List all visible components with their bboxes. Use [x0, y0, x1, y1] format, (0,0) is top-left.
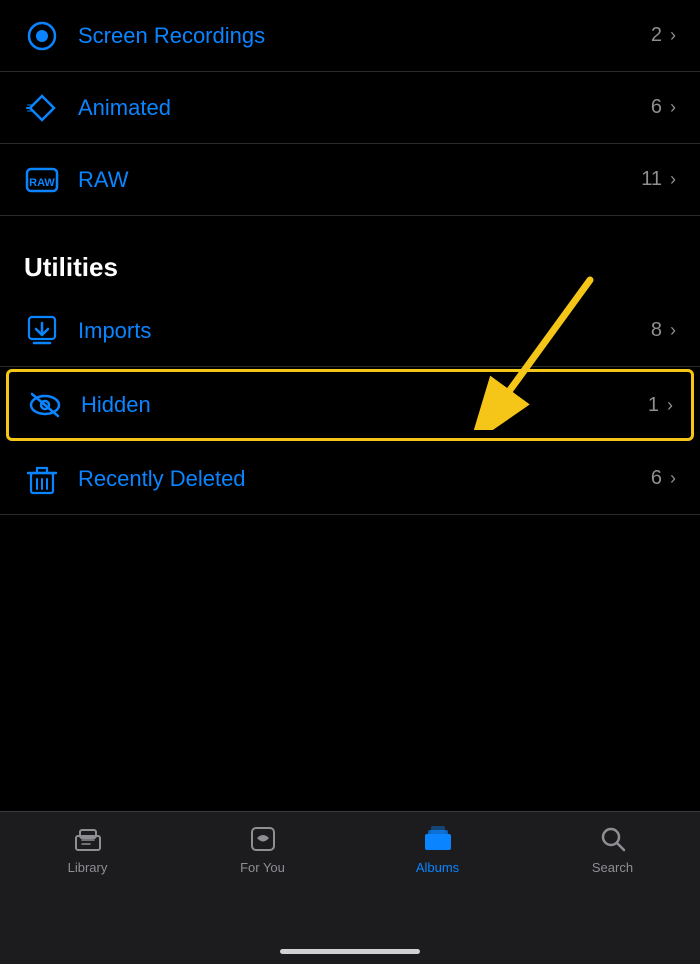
tab-bar: Library For You Albums: [0, 811, 700, 964]
raw-label: RAW: [78, 167, 641, 193]
search-tab-label: Search: [592, 860, 633, 875]
hidden-label: Hidden: [81, 392, 648, 418]
tab-albums[interactable]: Albums: [350, 824, 525, 875]
for-you-tab-icon: [248, 824, 278, 854]
imports-icon: [24, 313, 60, 349]
raw-icon: RAW: [24, 162, 60, 198]
hidden-chevron: ›: [667, 395, 673, 416]
hidden-icon: [27, 387, 63, 423]
animated-count: 6: [651, 96, 662, 119]
recently-deleted-label: Recently Deleted: [78, 466, 651, 492]
screen-recordings-count: 2: [651, 24, 662, 47]
tab-for-you[interactable]: For You: [175, 824, 350, 875]
list-item-imports[interactable]: Imports 8 ›: [0, 295, 700, 367]
animated-icon: [24, 90, 60, 126]
screen-recordings-chevron: ›: [670, 25, 676, 46]
hidden-count: 1: [648, 394, 659, 417]
imports-chevron: ›: [670, 320, 676, 341]
recently-deleted-chevron: ›: [670, 468, 676, 489]
tab-search[interactable]: Search: [525, 824, 700, 875]
list-item-recently-deleted[interactable]: Recently Deleted 6 ›: [0, 443, 700, 515]
library-tab-icon: [73, 824, 103, 854]
animated-label: Animated: [78, 95, 651, 121]
list-item-raw[interactable]: RAW RAW 11 ›: [0, 144, 700, 216]
svg-text:RAW: RAW: [29, 177, 55, 189]
raw-count: 11: [641, 168, 662, 191]
tab-library[interactable]: Library: [0, 824, 175, 875]
home-indicator: [280, 949, 420, 954]
imports-label: Imports: [78, 318, 651, 344]
for-you-tab-label: For You: [240, 860, 285, 875]
content-area: Screen Recordings 2 › Animated 6 › RAW R…: [0, 0, 700, 668]
search-tab-icon: [598, 824, 628, 854]
list-item-screen-recordings[interactable]: Screen Recordings 2 ›: [0, 0, 700, 72]
raw-chevron: ›: [670, 169, 676, 190]
albums-tab-label: Albums: [416, 860, 459, 875]
list-item-animated[interactable]: Animated 6 ›: [0, 72, 700, 144]
screen-recording-icon: [24, 18, 60, 54]
recently-deleted-count: 6: [651, 467, 662, 490]
imports-count: 8: [651, 319, 662, 342]
list-item-hidden[interactable]: Hidden 1 ›: [6, 369, 694, 441]
albums-tab-icon: [423, 824, 453, 854]
trash-icon: [24, 461, 60, 497]
animated-chevron: ›: [670, 97, 676, 118]
library-tab-label: Library: [68, 860, 108, 875]
screen-recordings-label: Screen Recordings: [78, 23, 651, 49]
utilities-section-header: Utilities: [0, 228, 700, 295]
